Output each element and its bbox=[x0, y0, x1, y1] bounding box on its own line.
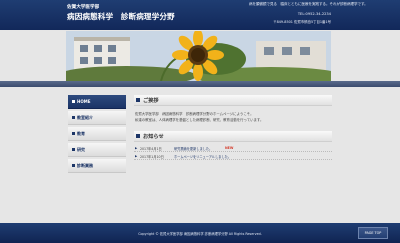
site-header: 佐賀大学医学部 病因病態科学 診断病理学分野 病を顕微鏡で見る 臨床とともに医療… bbox=[0, 0, 400, 30]
nav-item-home[interactable]: HOME bbox=[68, 95, 126, 109]
square-bullet-icon bbox=[72, 132, 75, 135]
site-footer: Copyright © 佐賀大学医学部 病因病態科学 診断病理学分野 All R… bbox=[0, 223, 400, 243]
header-address: 〒849-8501 佐賀市鍋島5丁目1番1号 bbox=[273, 20, 331, 24]
nav-item-label: 研究 bbox=[77, 146, 85, 152]
news-date: 2017年4月1日 bbox=[140, 147, 162, 151]
square-bullet-icon bbox=[72, 116, 75, 119]
arrow-right-icon: ▶ bbox=[135, 154, 138, 158]
news-item[interactable]: ▶ 2017年4月1日 研究業績を更新しました。 NEW bbox=[134, 144, 332, 152]
square-bullet-icon bbox=[136, 98, 140, 102]
new-badge: NEW bbox=[225, 146, 234, 150]
nav-item-label: HOME bbox=[77, 98, 91, 104]
main-content: ご挨拶 佐賀大学医学部 病因病態科学 診断病理学分野のホームページにようこそ。 … bbox=[134, 95, 332, 160]
page-top-button[interactable]: PAGE TOP bbox=[358, 227, 388, 239]
news-heading: お知らせ bbox=[134, 131, 332, 142]
nav-item-label: 教室紹介 bbox=[77, 114, 93, 120]
news-list: ▶ 2017年4月1日 研究業績を更新しました。 NEW ▶ 2017年1月10… bbox=[134, 144, 332, 160]
news-item[interactable]: ▶ 2017年1月10日 ホームページをリニューアルしました。 bbox=[134, 152, 332, 160]
header-slogan: 病を顕微鏡で見る 臨床とともに医療を実践する。それが診断病理学です。 bbox=[249, 2, 368, 6]
news-date: 2017年1月10日 bbox=[140, 155, 164, 159]
university-name: 佐賀大学医学部 bbox=[67, 5, 100, 10]
department-title[interactable]: 病因病態科学 診断病理学分野 bbox=[67, 11, 175, 22]
greeting-text: 佐賀大学医学部 病因病態科学 診断病理学分野のホームページにようこそ。 私達の教… bbox=[134, 112, 332, 123]
nav-item-diagnosis[interactable]: 診断業務 bbox=[68, 159, 126, 173]
square-bullet-icon bbox=[72, 100, 75, 103]
news-title-link[interactable]: ホームページをリニューアルしました。 bbox=[174, 154, 231, 159]
nav-item-research[interactable]: 研究 bbox=[68, 143, 126, 157]
nav-item-label: 教育 bbox=[77, 130, 85, 136]
header-tel: TEL:0952-34-2234 bbox=[297, 12, 331, 16]
greeting-line: 私達の教室は、人体病理学を基盤とした病理診断、研究、教育活動を行っています。 bbox=[135, 117, 264, 122]
hero-image bbox=[66, 31, 331, 81]
greeting-heading: ご挨拶 bbox=[134, 95, 332, 106]
sunflower-illustration bbox=[66, 31, 331, 81]
hero-band bbox=[0, 81, 400, 87]
square-bullet-icon bbox=[72, 164, 75, 167]
copyright-text: Copyright © 佐賀大学医学部 病因病態科学 診断病理学分野 All R… bbox=[138, 232, 262, 236]
sidebar-nav: HOME 教室紹介 教育 研究 診断業務 bbox=[68, 95, 126, 175]
nav-item-label: 診断業務 bbox=[77, 162, 93, 168]
arrow-right-icon: ▶ bbox=[135, 146, 138, 150]
section-title: ご挨拶 bbox=[143, 98, 159, 104]
nav-item-education[interactable]: 教育 bbox=[68, 127, 126, 141]
news-title-link[interactable]: 研究業績を更新しました。 bbox=[174, 146, 212, 151]
nav-item-about[interactable]: 教室紹介 bbox=[68, 111, 126, 125]
square-bullet-icon bbox=[136, 134, 140, 138]
section-title: お知らせ bbox=[143, 134, 164, 140]
square-bullet-icon bbox=[72, 148, 75, 151]
